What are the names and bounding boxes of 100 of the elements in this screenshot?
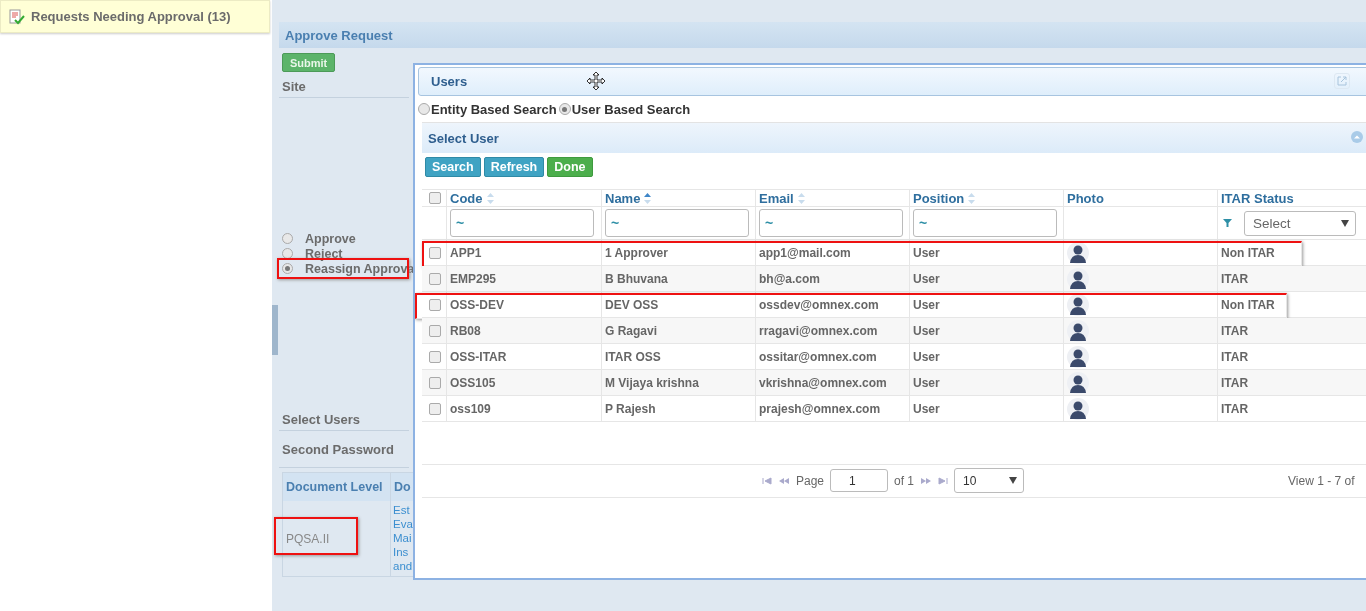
- checkbox[interactable]: [429, 350, 441, 363]
- table-row[interactable]: OSS105 M Vijaya krishna vkrishna@omnex.com User ITAR: [422, 370, 1366, 396]
- field-label: Select Users: [279, 409, 409, 431]
- column-header: Document Level: [286, 480, 383, 494]
- radio-button[interactable]: [282, 248, 293, 259]
- table-cell: ITAR: [1221, 375, 1249, 390]
- table-cell: vkrishna@omnex.com: [759, 375, 887, 390]
- table-row[interactable]: RB08 G Ragavi rragavi@omnex.com User ITAR: [422, 318, 1366, 344]
- checkbox[interactable]: [429, 298, 441, 311]
- table-cell: ITAR: [1221, 401, 1249, 416]
- table-cell: 1 Approver: [605, 245, 668, 260]
- table-cell: ITAR OSS: [605, 349, 661, 364]
- first-page-icon[interactable]: [762, 476, 772, 485]
- table-cell: app1@mail.com: [759, 245, 851, 260]
- move-cursor-icon: [587, 72, 605, 90]
- table-cell: P Rajesh: [605, 401, 656, 416]
- table-cell: User: [913, 245, 940, 260]
- checkbox[interactable]: [429, 402, 441, 415]
- page-size-dropdown[interactable]: 10: [954, 468, 1025, 493]
- section-title: Select User: [428, 130, 499, 146]
- checkbox[interactable]: [429, 246, 441, 259]
- page-count: of 1: [894, 473, 915, 488]
- document-check-icon: [9, 8, 25, 25]
- table-cell: bh@a.com: [759, 271, 821, 286]
- sort-icon[interactable]: [644, 192, 652, 204]
- page-label: Page: [796, 473, 825, 488]
- checkbox[interactable]: [429, 324, 441, 337]
- table-cell: DEV OSS: [605, 297, 659, 312]
- radio-button[interactable]: [418, 103, 430, 115]
- table-cell: Non ITAR: [1221, 245, 1275, 260]
- person-icon: [1067, 345, 1089, 368]
- table-cell: User: [913, 375, 940, 390]
- table-cell: OSS105: [450, 375, 496, 390]
- table-cell: OSS-DEV: [450, 297, 504, 312]
- table-cell: G Ragavi: [605, 323, 658, 338]
- table-cell: ITAR: [1221, 271, 1249, 286]
- filter-field[interactable]: ~: [913, 209, 1057, 237]
- table-cell: User: [913, 297, 940, 312]
- table-cell: ossdev@omnex.com: [759, 297, 879, 312]
- table-cell: PQSA.II: [286, 531, 330, 546]
- radio-label: User Based Search: [571, 101, 691, 117]
- table-cell: EMP295: [450, 271, 497, 286]
- filter-icon[interactable]: [1223, 219, 1232, 227]
- table-cell: OSS-ITAR: [450, 349, 507, 364]
- next-page-icon[interactable]: [920, 476, 933, 485]
- radio-button[interactable]: [282, 233, 293, 244]
- checkbox[interactable]: [429, 272, 441, 285]
- person-icon: [1067, 371, 1089, 394]
- page-field[interactable]: 1: [830, 469, 889, 492]
- toolbar-button[interactable]: Search: [425, 157, 481, 177]
- panel-header[interactable]: Requests Needing Approval (13): [0, 0, 270, 33]
- collapse-icon[interactable]: [1351, 131, 1363, 143]
- table-cell: RB08: [450, 323, 481, 338]
- table-cell: M Vijaya krishna: [605, 375, 699, 390]
- table-cell: User: [913, 271, 940, 286]
- table-cell: Non ITAR: [1221, 297, 1275, 312]
- panel-title: Approve Request: [279, 22, 1366, 48]
- filter-field[interactable]: ~: [450, 209, 594, 237]
- table-row[interactable]: oss109 P Rajesh prajesh@omnex.com User ITAR: [422, 396, 1366, 422]
- previous-page-icon[interactable]: [778, 476, 790, 485]
- last-page-icon[interactable]: [938, 476, 949, 485]
- column-header[interactable]: Code: [450, 190, 483, 206]
- popout-icon[interactable]: [1334, 73, 1350, 89]
- filter-field[interactable]: ~: [759, 209, 903, 237]
- table-cell: rragavi@omnex.com: [759, 323, 878, 338]
- table-cell: oss109: [450, 401, 491, 416]
- table-cell: User: [913, 401, 940, 416]
- filter-field[interactable]: ~: [605, 209, 749, 237]
- table-cell: ITAR: [1221, 323, 1249, 338]
- radio-label: Reject: [305, 246, 343, 261]
- table-cell: APP1: [450, 245, 482, 260]
- toolbar-button[interactable]: Refresh: [483, 157, 545, 177]
- checkbox[interactable]: [429, 192, 441, 204]
- person-icon: [1067, 319, 1089, 342]
- dialog-title: Users: [431, 74, 468, 89]
- person-icon: [1067, 293, 1089, 316]
- scroll-handle[interactable]: [272, 305, 278, 355]
- table-row[interactable]: EMP295 B Bhuvana bh@a.com User ITAR: [422, 266, 1366, 292]
- table-cell: ITAR: [1221, 349, 1249, 364]
- filter-dropdown[interactable]: Select: [1244, 210, 1356, 236]
- table-cell: prajesh@omnex.com: [759, 401, 881, 416]
- radio-button[interactable]: [282, 263, 293, 274]
- checkbox[interactable]: [429, 376, 441, 389]
- table-cell: ossitar@omnex.com: [759, 349, 877, 364]
- person-icon: [1067, 397, 1089, 420]
- field-label: Second Password: [279, 431, 409, 468]
- column-header: Do: [394, 480, 411, 494]
- record-count: View 1 - 7 of: [1288, 474, 1355, 488]
- radio-button[interactable]: [558, 103, 571, 115]
- caret-icon: [1009, 477, 1018, 484]
- table-cell: B Bhuvana: [605, 271, 668, 286]
- person-icon: [1067, 241, 1089, 264]
- table-cell: User: [913, 349, 940, 364]
- caret-icon: [1341, 219, 1349, 227]
- radio-label: Entity Based Search: [431, 101, 557, 117]
- done-button[interactable]: Done: [547, 157, 593, 177]
- field-label: Site: [279, 76, 409, 98]
- radio-label: Approve: [305, 231, 356, 246]
- person-icon: [1067, 267, 1089, 290]
- table-cell: User: [913, 323, 940, 338]
